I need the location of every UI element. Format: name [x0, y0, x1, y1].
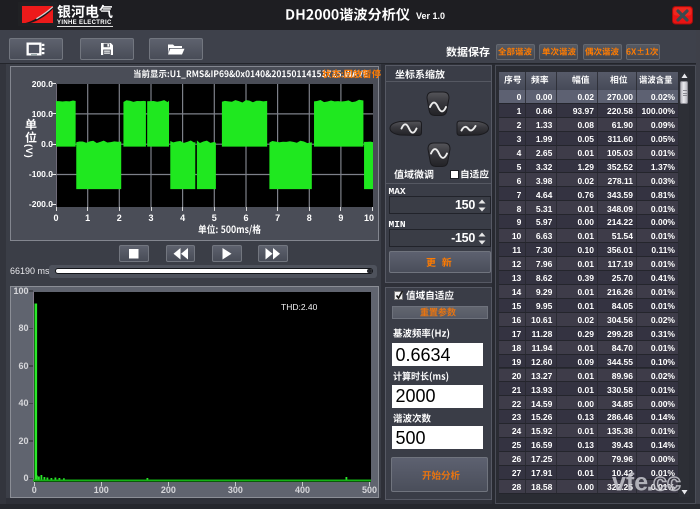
svg-text:vfe: vfe	[612, 469, 648, 497]
svg-text:cc: cc	[653, 469, 681, 497]
